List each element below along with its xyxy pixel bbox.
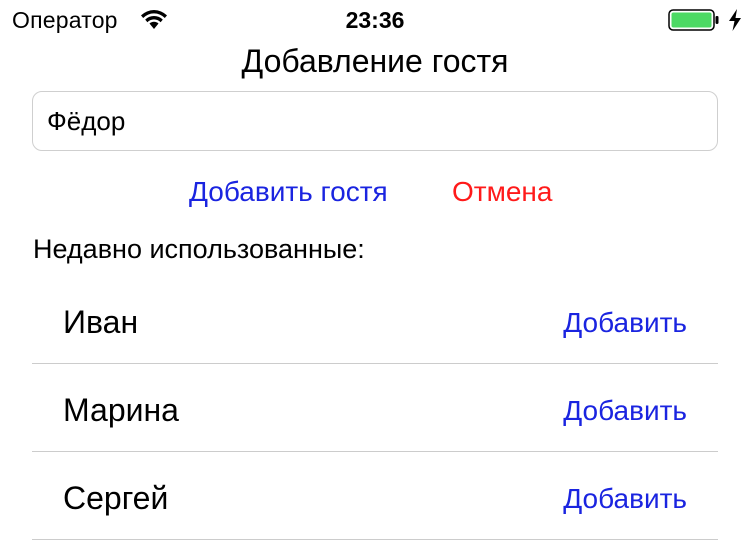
guest-name-input[interactable] <box>32 91 718 151</box>
cancel-button[interactable]: Отмена <box>452 174 552 210</box>
add-recent-guest-button[interactable]: Добавить <box>563 480 687 518</box>
bolt-icon <box>728 9 742 31</box>
add-guest-button[interactable]: Добавить гостя <box>189 174 388 210</box>
add-recent-guest-button[interactable]: Добавить <box>563 392 687 430</box>
add-recent-guest-button[interactable]: Добавить <box>563 304 687 342</box>
list-item: Иван Добавить <box>32 276 718 364</box>
list-item: Марина Добавить <box>32 364 718 452</box>
guest-name: Марина <box>63 392 179 428</box>
guest-name: Иван <box>63 304 139 340</box>
status-bar: Оператор 23:36 <box>0 0 750 40</box>
guest-name: Сергей <box>63 480 169 516</box>
battery-icon <box>668 9 720 31</box>
recent-guests-list: Иван Добавить Марина Добавить Сергей Доб… <box>32 276 718 540</box>
form-actions: Добавить гостя Отмена <box>0 174 750 210</box>
page-title: Добавление гостя <box>241 43 509 79</box>
recent-section-label: Недавно использованные: <box>33 234 365 264</box>
list-item: Сергей Добавить <box>32 452 718 540</box>
clock: 23:36 <box>345 7 405 33</box>
